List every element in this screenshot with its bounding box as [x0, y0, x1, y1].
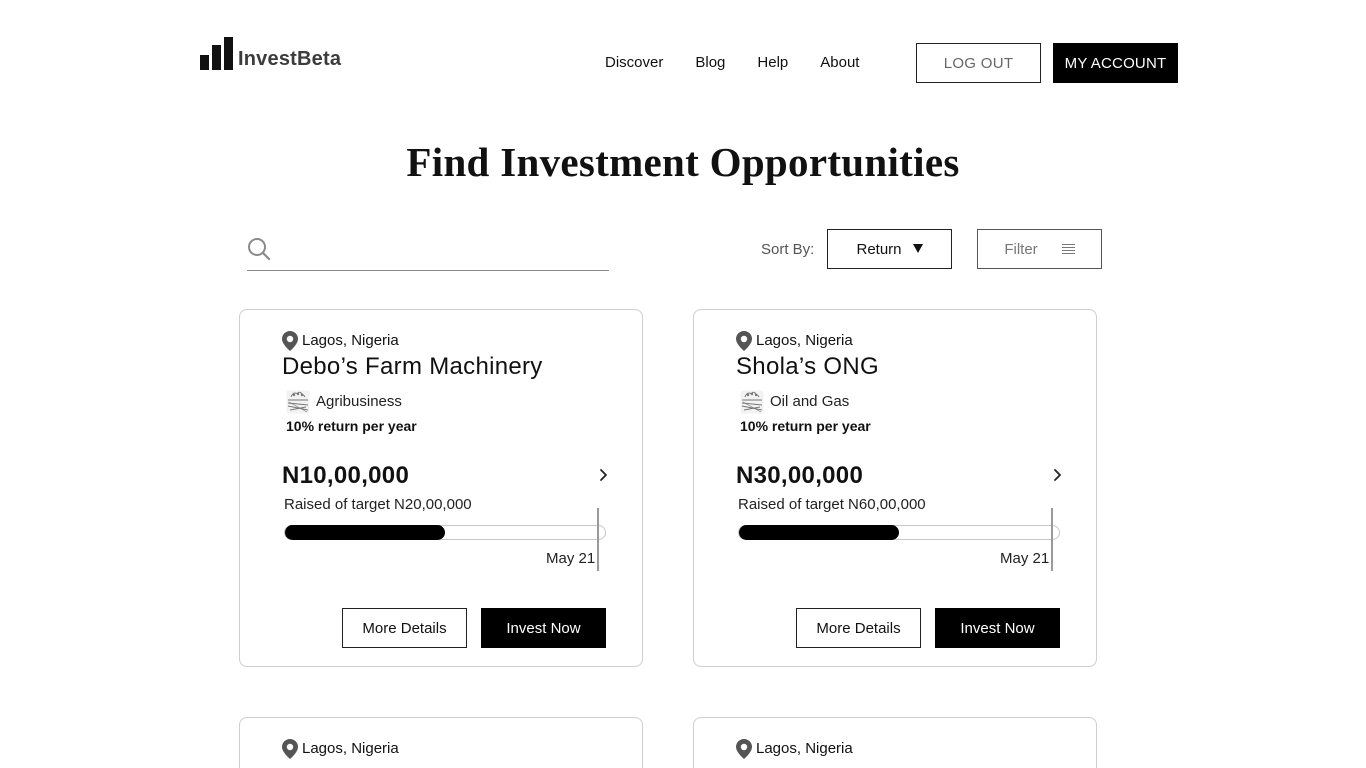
card-amount: N30,00,000	[736, 462, 864, 489]
nav-about[interactable]: About	[820, 53, 859, 73]
farm-field-icon	[286, 390, 310, 414]
progress-fill	[285, 525, 445, 540]
progress-bar	[284, 525, 606, 540]
card-location: Lagos, Nigeria	[736, 331, 853, 351]
card-return: 10% return per year	[740, 418, 871, 434]
sort-by-label: Sort By:	[761, 241, 815, 258]
card-location: Lagos, Nigeria	[282, 739, 399, 759]
sort-selected-value: Return	[856, 240, 902, 258]
chevron-right-icon[interactable]	[1052, 468, 1064, 482]
search-input[interactable]	[281, 237, 601, 263]
card-location-text: Lagos, Nigeria	[302, 739, 399, 757]
nav-help[interactable]: Help	[757, 53, 788, 73]
main-nav: Discover Blog Help About	[605, 53, 859, 73]
card-return: 10% return per year	[286, 418, 417, 434]
progress-fill	[739, 525, 899, 540]
more-details-button[interactable]: More Details	[796, 608, 921, 648]
opportunity-card[interactable]: Lagos, Nigeria	[693, 717, 1097, 768]
card-category-text: Agribusiness	[316, 393, 402, 410]
progress-marker	[597, 508, 599, 571]
page-title: Find Investment Opportunities	[406, 139, 960, 185]
farm-field-icon	[740, 390, 764, 414]
progress-bar	[738, 525, 1060, 540]
card-date: May 21	[546, 550, 596, 567]
filter-button[interactable]: Filter	[977, 229, 1102, 269]
opportunity-card[interactable]: Lagos, Nigeria Shola’s ONG Oil and Gas 10% …	[693, 309, 1097, 667]
opportunity-card[interactable]: Lagos, Nigeria Debo’s Farm Machinery Agrib…	[239, 309, 643, 667]
location-pin-icon	[282, 331, 298, 351]
sort-select[interactable]: Return	[827, 229, 952, 269]
opportunity-card[interactable]: Lagos, Nigeria	[239, 717, 643, 768]
search-bar	[247, 233, 609, 271]
nav-discover[interactable]: Discover	[605, 53, 663, 73]
chevron-right-icon[interactable]	[598, 468, 610, 482]
logo-text: InvestBeta	[238, 48, 342, 70]
card-title[interactable]: Shola’s ONG	[736, 353, 879, 381]
card-date: May 21	[1000, 550, 1050, 567]
location-pin-icon	[282, 739, 298, 759]
card-location-text: Lagos, Nigeria	[756, 331, 853, 349]
filter-label: Filter	[1004, 240, 1038, 258]
location-pin-icon	[736, 331, 752, 351]
card-location: Lagos, Nigeria	[736, 739, 853, 759]
my-account-button[interactable]: MY ACCOUNT	[1053, 43, 1178, 83]
card-category: Agribusiness	[286, 390, 402, 414]
more-details-button[interactable]: More Details	[342, 608, 467, 648]
card-raised-text: Raised of target N20,00,000	[284, 496, 472, 513]
card-raised-text: Raised of target N60,00,000	[738, 496, 926, 513]
filter-lines-icon	[1061, 243, 1075, 255]
bar-chart-logo-icon	[200, 37, 233, 70]
logout-button[interactable]: LOG OUT	[916, 43, 1041, 83]
card-location: Lagos, Nigeria	[282, 331, 399, 351]
invest-now-button[interactable]: Invest Now	[935, 608, 1060, 648]
progress-marker	[1051, 508, 1053, 571]
card-title[interactable]: Debo’s Farm Machinery	[282, 353, 543, 381]
card-category: Oil and Gas	[740, 390, 849, 414]
caret-down-icon	[912, 243, 923, 253]
card-location-text: Lagos, Nigeria	[756, 739, 853, 757]
invest-now-button[interactable]: Invest Now	[481, 608, 606, 648]
logo[interactable]: InvestBeta	[200, 36, 341, 70]
card-category-text: Oil and Gas	[770, 393, 850, 410]
card-amount: N10,00,000	[282, 462, 410, 489]
card-location-text: Lagos, Nigeria	[302, 331, 399, 349]
nav-blog[interactable]: Blog	[695, 53, 725, 73]
location-pin-icon	[736, 739, 752, 759]
search-icon[interactable]	[247, 237, 271, 261]
